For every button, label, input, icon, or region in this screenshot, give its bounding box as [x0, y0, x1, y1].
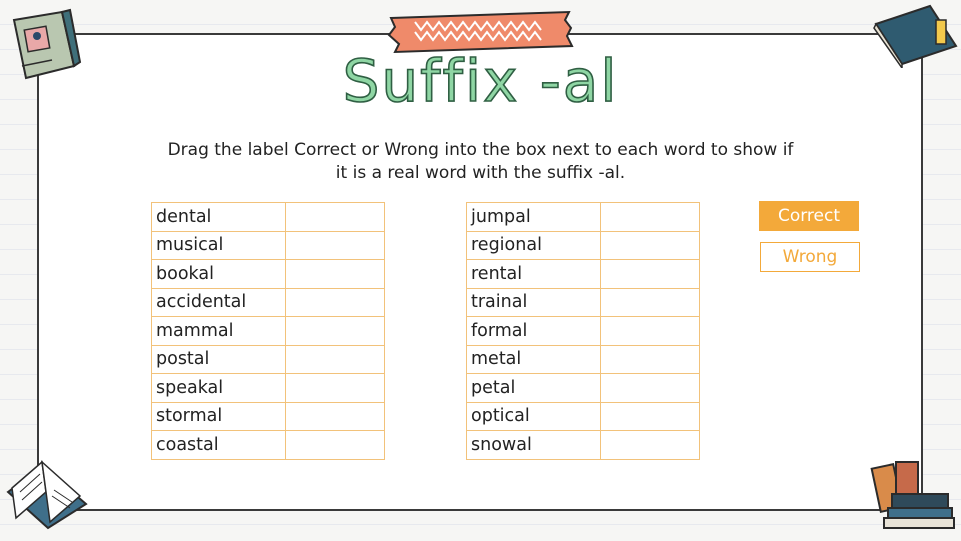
table-row: postal — [151, 344, 385, 374]
word-cell: musical — [151, 230, 286, 260]
drop-box[interactable] — [285, 259, 385, 289]
word-cell: formal — [466, 316, 601, 346]
drop-box[interactable] — [285, 202, 385, 232]
table-row: formal — [466, 316, 700, 346]
word-cell: jumpal — [466, 202, 601, 232]
drop-box[interactable] — [600, 230, 700, 260]
table-row: speakal — [151, 373, 385, 403]
table-row: coastal — [151, 430, 385, 460]
drop-box[interactable] — [600, 316, 700, 346]
word-table-right: jumpal regional rental trainal formal me… — [466, 202, 700, 460]
instructions: Drag the label Correct or Wrong into the… — [120, 139, 841, 185]
instructions-line-1: Drag the label Correct or Wrong into the… — [167, 140, 794, 160]
drop-box[interactable] — [600, 259, 700, 289]
table-row: stormal — [151, 401, 385, 431]
word-cell: bookal — [151, 259, 286, 289]
open-book-bottom-left-icon — [6, 460, 88, 530]
word-cell: mammal — [151, 316, 286, 346]
word-cell: regional — [466, 230, 601, 260]
drop-box[interactable] — [285, 316, 385, 346]
word-table-left: dental musical bookal accidental mammal … — [151, 202, 385, 460]
drop-box[interactable] — [600, 373, 700, 403]
word-cell: dental — [151, 202, 286, 232]
table-row: trainal — [466, 287, 700, 317]
drop-box[interactable] — [285, 373, 385, 403]
table-row: metal — [466, 344, 700, 374]
drop-box[interactable] — [600, 430, 700, 460]
drop-box[interactable] — [285, 401, 385, 431]
drop-box[interactable] — [600, 344, 700, 374]
word-cell: accidental — [151, 287, 286, 317]
table-row: optical — [466, 401, 700, 431]
drop-box[interactable] — [285, 230, 385, 260]
word-cell: coastal — [151, 430, 286, 460]
drop-box[interactable] — [600, 287, 700, 317]
word-cell: trainal — [466, 287, 601, 317]
drop-box[interactable] — [285, 430, 385, 460]
table-row: jumpal — [466, 202, 700, 232]
drop-box[interactable] — [285, 344, 385, 374]
word-cell: stormal — [151, 401, 286, 431]
word-cell: petal — [466, 373, 601, 403]
table-row: dental — [151, 202, 385, 232]
table-row: petal — [466, 373, 700, 403]
drop-box[interactable] — [600, 401, 700, 431]
word-cell: rental — [466, 259, 601, 289]
wrong-label-draggable[interactable]: Wrong — [760, 242, 860, 272]
table-row: accidental — [151, 287, 385, 317]
word-cell: postal — [151, 344, 286, 374]
table-row: bookal — [151, 259, 385, 289]
table-row: rental — [466, 259, 700, 289]
correct-label-draggable[interactable]: Correct — [759, 201, 859, 231]
table-row: regional — [466, 230, 700, 260]
book-stack-bottom-right-icon — [870, 461, 955, 529]
word-cell: metal — [466, 344, 601, 374]
word-cell: optical — [466, 401, 601, 431]
table-row: snowal — [466, 430, 700, 460]
page-title: Suffix -al — [342, 47, 619, 115]
word-cell: snowal — [466, 430, 601, 460]
word-cell: speakal — [151, 373, 286, 403]
drop-box[interactable] — [600, 202, 700, 232]
table-row: musical — [151, 230, 385, 260]
drop-box[interactable] — [285, 287, 385, 317]
instructions-line-2: it is a real word with the suffix -al. — [335, 163, 626, 183]
table-row: mammal — [151, 316, 385, 346]
